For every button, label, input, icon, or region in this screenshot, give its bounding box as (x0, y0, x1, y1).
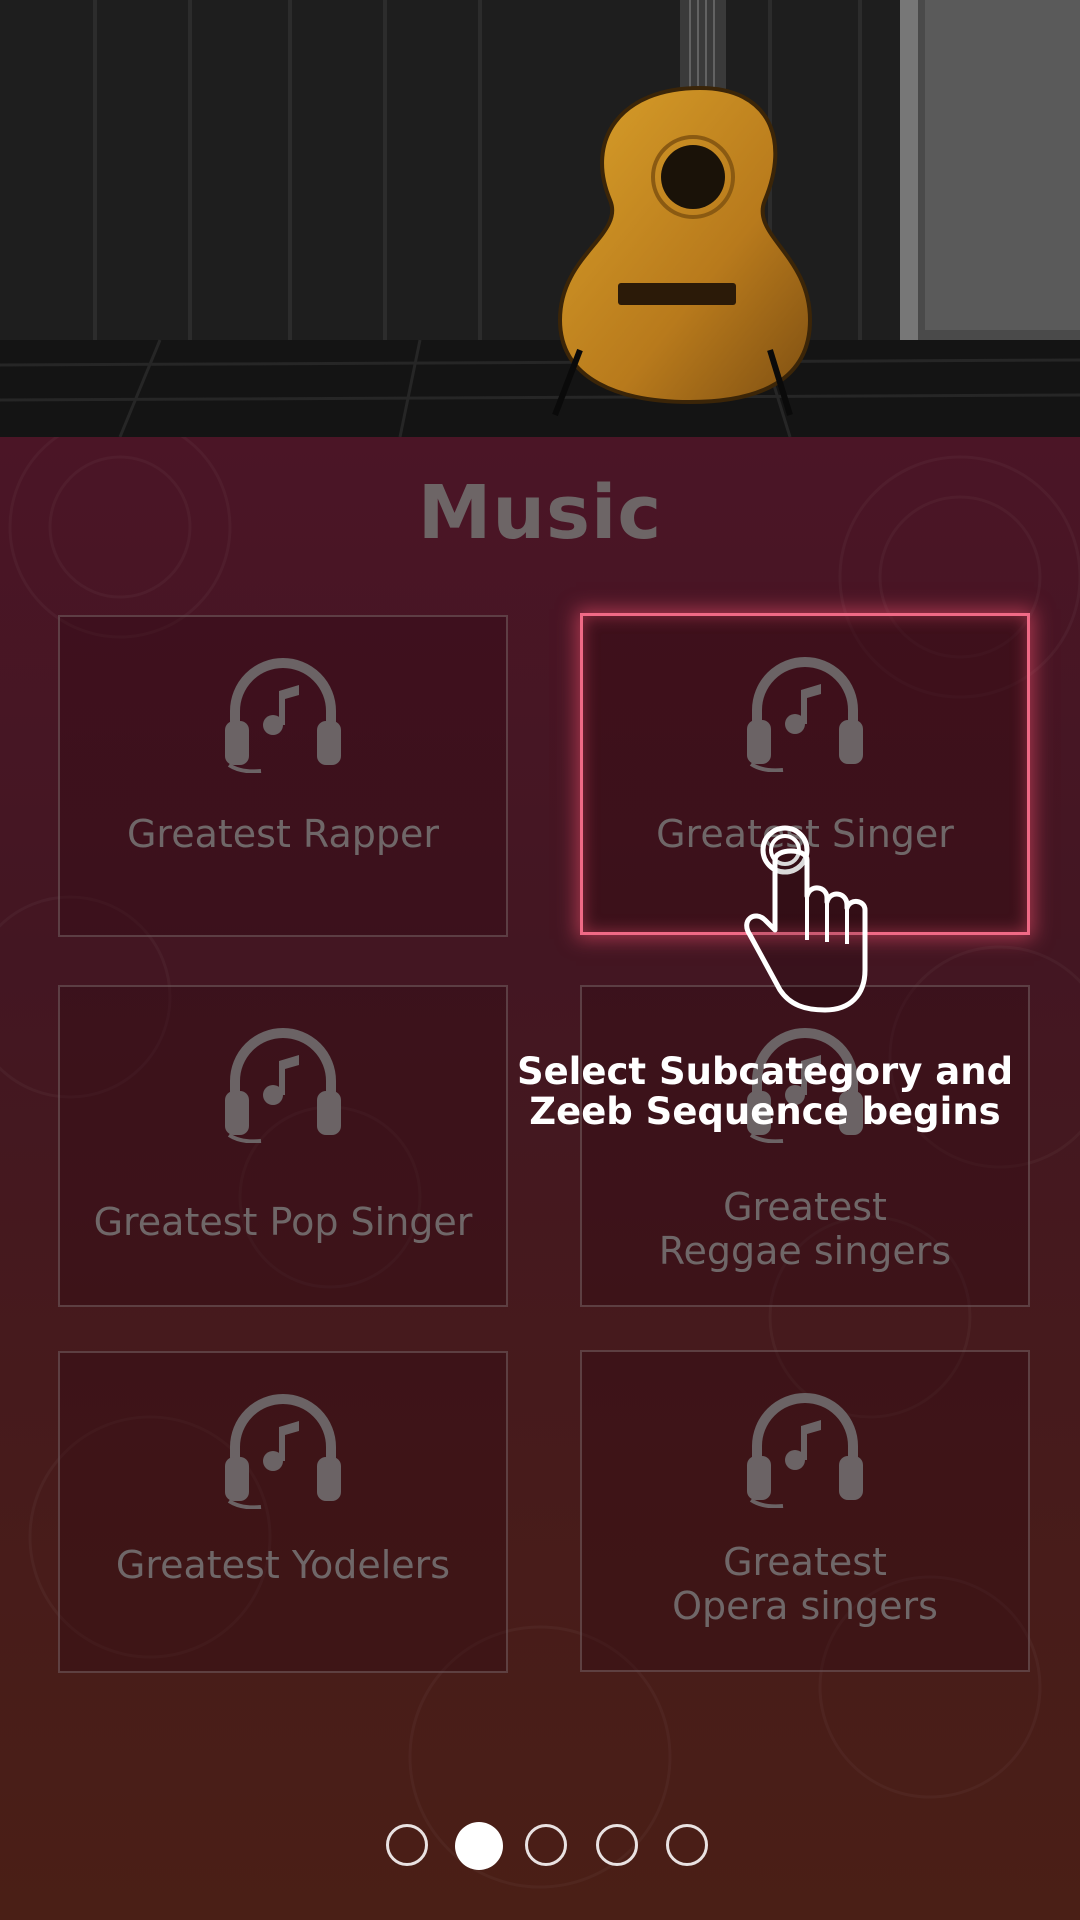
headphones-music-icon (221, 1385, 345, 1513)
subcategory-tile-greatest-pop-singer[interactable]: Greatest Pop Singer (58, 985, 508, 1307)
pagination-dot-1[interactable] (386, 1824, 428, 1866)
pagination-dot-3[interactable] (525, 1824, 567, 1866)
subcategory-tile-greatest-yodelers[interactable]: Greatest Yodelers (58, 1351, 508, 1673)
subcategory-label: Greatest Opera singers (672, 1540, 938, 1628)
subcategory-tile-greatest-opera-singers[interactable]: Greatest Opera singers (580, 1350, 1030, 1672)
pagination-dot-5[interactable] (666, 1824, 708, 1866)
pagination-dot-4[interactable] (596, 1824, 638, 1866)
hero-image (0, 0, 1080, 437)
headphones-music-icon (743, 1384, 867, 1512)
page-title: Music (417, 470, 663, 556)
subcategory-label: Greatest Reggae singers (658, 1185, 952, 1273)
subcategory-label: Greatest Rapper (126, 812, 440, 856)
headphones-music-icon (743, 648, 867, 776)
subcategory-label: Greatest Yodelers (115, 1543, 451, 1587)
headphones-music-icon (221, 1019, 345, 1147)
hand-pointer-icon (735, 820, 875, 1024)
headphones-music-icon (221, 649, 345, 777)
subcategory-tile-greatest-rapper[interactable]: Greatest Rapper (58, 615, 508, 937)
subcategory-label: Greatest Pop Singer (93, 1200, 473, 1244)
subcategory-tile-greatest-reggae-singers[interactable]: Greatest Reggae singers (580, 985, 1030, 1307)
instruction-text: Select Subcategory and Zeeb Sequence beg… (516, 1050, 1014, 1133)
pagination-dot-2[interactable] (455, 1822, 503, 1870)
pagination-dots (0, 1822, 1080, 1872)
